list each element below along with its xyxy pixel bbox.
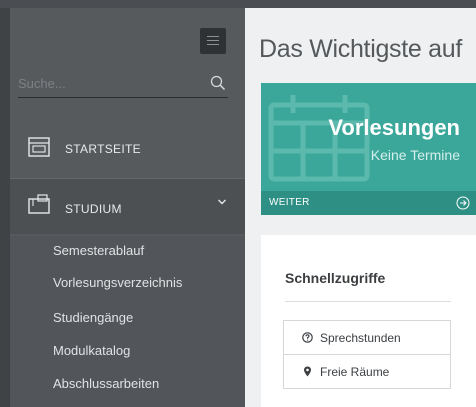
sidebar-item-label: STARTSEITE <box>65 142 141 156</box>
chevron-down-icon <box>218 199 226 205</box>
vorlesungen-tile[interactable]: Vorlesungen Keine Termine WEITER <box>261 83 476 215</box>
search-box <box>18 70 228 98</box>
sidebar-item-studium[interactable]: STUDIUM <box>10 178 245 234</box>
arrow-circle-right-icon <box>456 196 470 210</box>
tile-title: Vorlesungen <box>328 115 460 140</box>
quick-link-label: Freie Räume <box>320 365 390 379</box>
hamburger-icon <box>207 36 219 37</box>
tile-footer[interactable]: WEITER <box>261 191 476 215</box>
menu-toggle-button[interactable] <box>200 28 226 54</box>
quick-link-label: Sprechstunden <box>320 331 401 345</box>
search-icon[interactable] <box>210 75 226 91</box>
panel-title: Schnellzugriffe <box>285 270 386 286</box>
quick-access-list: Sprechstunden Freie Räume <box>283 320 451 389</box>
folder-tree-icon <box>28 194 50 214</box>
divider <box>285 301 451 302</box>
quick-access-panel: Schnellzugriffe Sprechstunden Freie Räum… <box>261 235 476 407</box>
hamburger-icon-line <box>207 40 219 41</box>
search-input[interactable] <box>18 70 198 96</box>
sidebar-edge <box>0 8 10 407</box>
quick-link-sprechstunden[interactable]: Sprechstunden <box>284 321 450 355</box>
sidebar-item-label: STUDIUM <box>65 202 122 216</box>
submenu-item-modulkatalog[interactable]: Modulkatalog <box>53 343 130 358</box>
sidebar-item-startseite[interactable]: STARTSEITE <box>10 120 245 175</box>
submenu-item-studiengaenge[interactable]: Studiengänge <box>53 310 133 325</box>
submenu-item-semesterablauf[interactable]: Semesterablauf <box>53 243 144 258</box>
main-content: Das Wichtigste auf Vorlesungen Keine Ter… <box>245 8 476 407</box>
quick-link-freie-raeume[interactable]: Freie Räume <box>284 355 450 388</box>
top-bar <box>0 0 476 8</box>
map-marker-icon <box>304 366 311 377</box>
hamburger-icon-line <box>207 44 219 45</box>
tile-subtitle: Keine Termine <box>370 147 460 163</box>
page-title: Das Wichtigste auf <box>259 35 463 63</box>
weiter-link[interactable]: WEITER <box>269 197 310 208</box>
submenu-item-abschlussarbeiten[interactable]: Abschlussarbeiten <box>53 376 159 391</box>
window-icon <box>28 137 50 157</box>
question-circle-icon <box>302 332 313 343</box>
studium-submenu: Semesterablauf Vorlesungsverzeichnis Stu… <box>10 236 245 407</box>
submenu-item-vorlesungsverzeichnis[interactable]: Vorlesungsverzeichnis <box>53 275 182 290</box>
